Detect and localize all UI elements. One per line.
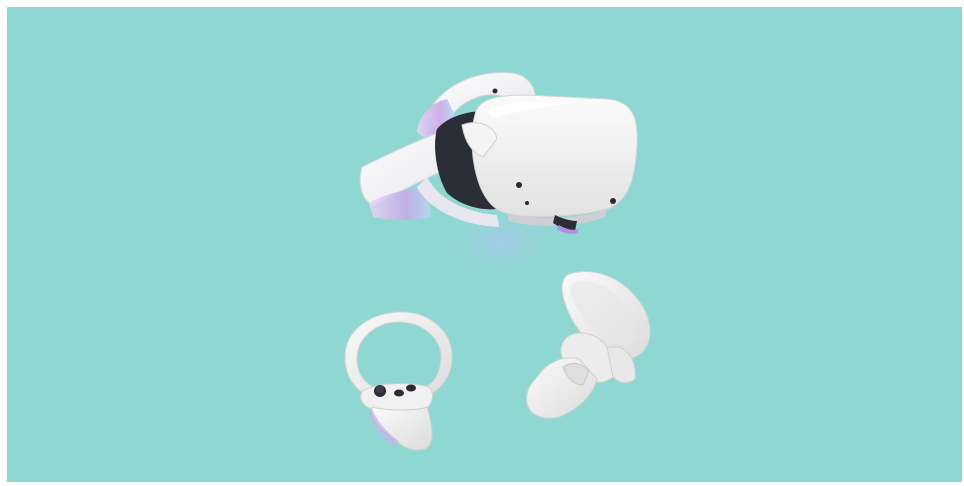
product-photo — [7, 7, 962, 482]
tracking-camera — [610, 198, 616, 204]
image-frame — [0, 0, 964, 486]
button-x — [394, 389, 404, 397]
product-photo-art — [7, 7, 962, 482]
button-y — [406, 384, 416, 392]
tracking-camera — [525, 201, 529, 205]
face-plate — [360, 383, 433, 413]
thumbstick-top — [376, 385, 384, 393]
tracking-camera — [516, 182, 522, 188]
tracking-camera — [492, 88, 498, 94]
